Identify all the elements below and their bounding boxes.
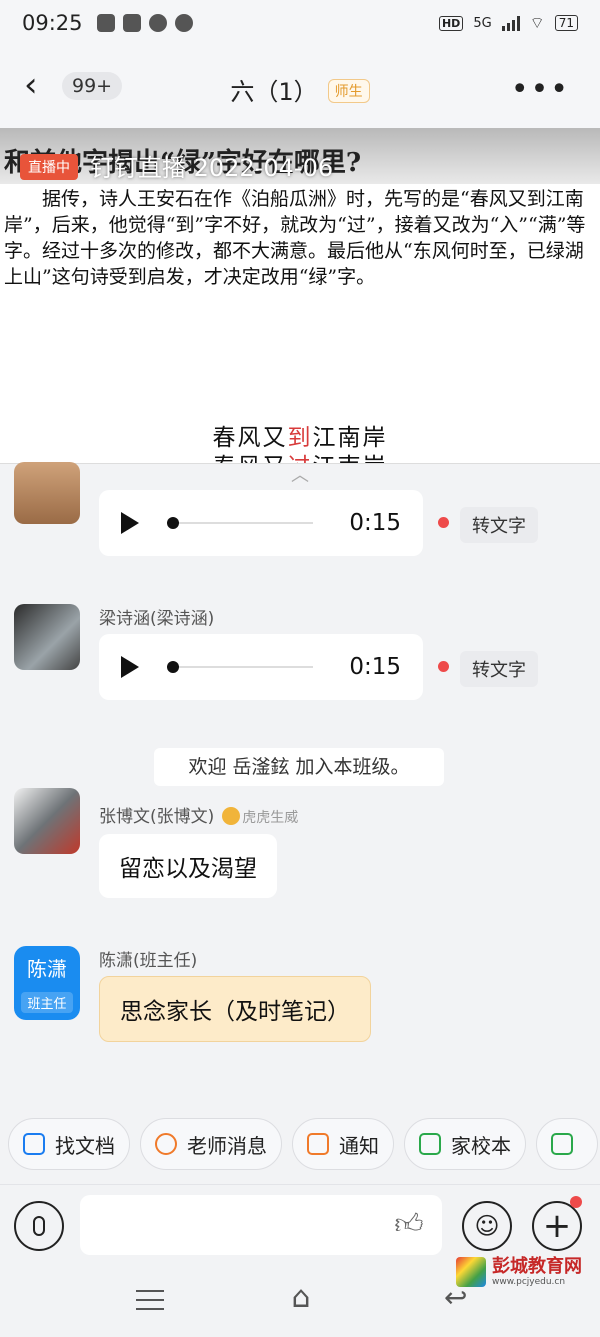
slide-paragraph: 据传，诗人王安石在作《泊船瓜洲》时，先写的是“春风又到江南岸”，后来，他觉得“到… <box>4 188 586 288</box>
system-message: 欢迎 岳滏鉉 加入本班级。 <box>154 748 444 786</box>
wechat-icon <box>148 14 167 32</box>
signal-icon <box>501 15 520 31</box>
live-stream-view[interactable]: 和前他字揭出“绿”字好在哪里? 直播中 钉钉直播 2022-04-06 据传，诗… <box>0 128 600 464</box>
chat-header: ‹ 99+ 六（1） 师生 ••• <box>0 46 600 128</box>
message-input[interactable]: 👍︎ <box>80 1195 442 1255</box>
status-time: 09:25 <box>22 11 83 35</box>
thumbs-up-icon[interactable]: 👍︎ <box>392 1207 426 1241</box>
highlighted-message[interactable]: 思念家长（及时笔记） <box>99 976 371 1042</box>
poem-line-end: 江南岸 <box>313 454 388 463</box>
sender-name: 张博文(张博文) 虎虎生威 <box>99 802 298 827</box>
network-type: 5G <box>473 15 492 31</box>
poem: 春风又到江南岸春风又过江南岸春风又入江南岸春风又满江南岸春风又绿江南岸 <box>0 424 600 463</box>
hd-icon: HD <box>438 15 464 31</box>
notice-button[interactable]: 通知 <box>292 1118 394 1170</box>
status-bar: 09:25 HD 5G ⌔ 71 <box>0 0 600 46</box>
poem-line: 春风又到江南岸 <box>0 424 600 453</box>
quick-actions-bar: 找文档 老师消息 通知 家校本 <box>0 1118 600 1174</box>
progress-knob <box>167 517 179 529</box>
voice-duration: 0:15 <box>349 510 401 536</box>
progress-knob <box>167 661 179 673</box>
poem-line: 春风又过江南岸 <box>0 453 600 463</box>
poem-highlight-char: 到 <box>287 425 313 451</box>
app-notification-icon <box>96 14 115 32</box>
status-indicators: HD 5G ⌔ 71 <box>438 13 578 33</box>
more-menu-icon[interactable]: ••• <box>511 72 570 107</box>
teacher-messages-button[interactable]: 老师消息 <box>140 1118 282 1170</box>
voice-duration: 0:15 <box>349 654 401 680</box>
voice-message[interactable]: 0:15 <box>99 634 423 700</box>
unread-dot <box>438 517 449 528</box>
megaphone-icon <box>307 1133 329 1155</box>
emoji-icon[interactable]: ☺ <box>462 1201 512 1251</box>
sender-name: 梁诗涵(梁诗涵) <box>99 609 215 629</box>
watermark: 彭城教育网 www.pcjyedu.cn <box>456 1252 600 1292</box>
voice-message[interactable]: 0:15 <box>99 490 423 556</box>
notebook-icon <box>419 1133 441 1155</box>
play-icon[interactable] <box>121 512 139 534</box>
teacher-icon <box>155 1133 177 1155</box>
avatar[interactable] <box>14 788 80 854</box>
quick-action-label: 找文档 <box>55 1133 115 1158</box>
transcribe-button[interactable]: 转文字 <box>460 651 538 687</box>
collapse-chevron-icon[interactable]: ︿ <box>286 467 314 485</box>
watermark-logo <box>456 1257 486 1287</box>
sender-name-text: 张博文(张博文) <box>99 807 215 827</box>
wifi-icon: ⌔ <box>529 13 545 32</box>
battery-icon: 71 <box>554 15 578 31</box>
quick-action-label: 通知 <box>339 1133 379 1158</box>
app-icon <box>551 1133 573 1155</box>
teacher-avatar[interactable]: 陈潇 班主任 <box>14 946 80 1020</box>
text-message[interactable]: 留恋以及渴望 <box>99 834 277 898</box>
tiger-badge-icon <box>222 807 241 825</box>
sender-badge-text: 虎虎生威 <box>242 810 299 826</box>
play-icon[interactable] <box>121 656 139 678</box>
microphone-icon[interactable] <box>14 1201 64 1251</box>
app-notification-icon-2 <box>122 14 141 32</box>
watermark-url: www.pcjyedu.cn <box>492 1277 566 1287</box>
watermark-title: 彭城教育网 <box>492 1256 582 1277</box>
message-text: 留恋以及渴望 <box>119 856 257 882</box>
transcribe-button[interactable]: 转文字 <box>460 507 538 543</box>
avatar[interactable] <box>14 462 80 524</box>
poem-line-end: 江南岸 <box>312 425 388 451</box>
voice-progress <box>167 517 313 529</box>
message-text: 思念家长（及时笔记） <box>120 999 350 1025</box>
quick-action-label: 老师消息 <box>187 1133 267 1158</box>
home-school-book-button[interactable]: 家校本 <box>404 1118 526 1170</box>
live-badge: 直播中 <box>20 154 78 180</box>
poem-highlight-char: 过 <box>288 454 313 463</box>
role-tag: 师生 <box>327 79 370 103</box>
live-stream-title: 钉钉直播 2022-04-06 <box>90 154 334 182</box>
document-search-icon <box>23 1133 45 1155</box>
plus-icon[interactable]: + <box>532 1201 582 1251</box>
find-document-button[interactable]: 找文档 <box>8 1118 130 1170</box>
avatar-role: 班主任 <box>21 992 73 1013</box>
notification-dot <box>570 1196 582 1208</box>
more-quick-action-button[interactable] <box>536 1118 598 1170</box>
menu-icon[interactable] <box>136 1290 164 1310</box>
compass-icon <box>174 14 193 32</box>
voice-progress <box>167 661 313 673</box>
avatar[interactable] <box>14 604 80 670</box>
poem-line-start: 春风又 <box>212 425 288 451</box>
avatar-name: 陈潇 <box>27 957 67 981</box>
quick-action-label: 家校本 <box>451 1133 511 1158</box>
poem-line-start: 春风又 <box>213 454 288 463</box>
home-icon[interactable]: ⌂ <box>282 1283 320 1313</box>
sender-name: 陈潇(班主任) <box>99 951 198 971</box>
unread-dot <box>438 661 449 672</box>
chat-title-text: 六（1） <box>230 78 318 106</box>
